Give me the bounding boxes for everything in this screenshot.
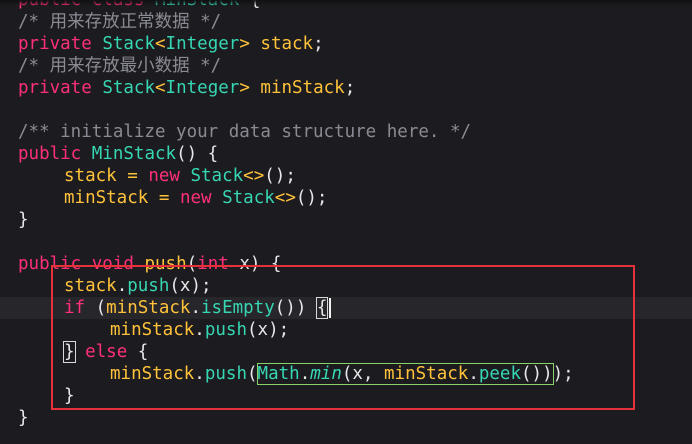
code-line[interactable]: } — [0, 407, 692, 429]
code-line[interactable]: private Stack<Integer> minStack; — [0, 77, 692, 99]
code-line-text: minStack = new Stack<>(); — [64, 187, 327, 209]
code-token: /** initialize your data structure here.… — [18, 122, 472, 142]
code-token: stack — [64, 166, 117, 186]
code-token: <> — [274, 188, 296, 208]
code-token: < — [155, 78, 166, 98]
code-line[interactable] — [0, 231, 692, 253]
code-token: = — [127, 166, 138, 186]
code-token: new — [179, 188, 212, 208]
code-token: (); — [295, 188, 328, 208]
code-token: } — [18, 408, 29, 428]
code-token: > — [239, 34, 250, 54]
code-line-text: /** initialize your data structure here.… — [18, 121, 471, 143]
code-token: minStack — [64, 188, 149, 208]
code-token: = — [158, 188, 170, 208]
code-token: new — [148, 166, 180, 186]
code-token: minStack — [260, 78, 345, 98]
code-line-text: private Stack<Integer> minStack; — [18, 77, 355, 99]
top-fade — [0, 0, 692, 6]
code-line-text: public MinStack() { — [18, 143, 218, 165]
code-token: () { — [176, 144, 219, 164]
code-line-text: } — [18, 209, 29, 231]
code-token: > — [239, 78, 250, 98]
code-token: (); — [264, 166, 296, 186]
code-line-text: /* 用来存放最小数据 */ — [18, 55, 221, 77]
code-line[interactable]: minStack = new Stack<>(); — [0, 187, 692, 209]
code-token: private — [18, 78, 92, 98]
code-token: ; — [344, 78, 356, 98]
code-token: } — [18, 210, 29, 230]
code-line[interactable]: stack = new Stack<>(); — [0, 165, 692, 187]
code-line[interactable]: /* 用来存放最小数据 */ — [0, 55, 692, 77]
code-token: Stack — [102, 78, 155, 98]
code-line-text: private Stack<Integer> stack; — [18, 33, 324, 55]
code-token: stack — [260, 34, 314, 54]
code-line-text: } — [18, 407, 29, 429]
code-line[interactable]: private Stack<Integer> stack; — [0, 33, 692, 55]
code-token: <> — [243, 166, 265, 186]
code-token: ; — [313, 34, 324, 54]
code-token: /* 用来存放正常数据 */ — [18, 12, 222, 32]
code-line-text: stack = new Stack<>(); — [64, 165, 296, 187]
code-token: /* 用来存放最小数据 */ — [18, 56, 222, 76]
code-token: Stack — [190, 166, 244, 186]
code-line[interactable]: /** initialize your data structure here.… — [0, 121, 692, 143]
code-token: public — [18, 144, 82, 164]
code-token: Integer — [165, 78, 240, 98]
code-line-text: /* 用来存放正常数据 */ — [18, 11, 221, 33]
text-caret — [329, 298, 331, 318]
code-token: private — [18, 34, 92, 54]
code-editor[interactable]: public class MinStack {/* 用来存放正常数据 */pri… — [0, 0, 692, 444]
code-line[interactable]: /* 用来存放正常数据 */ — [0, 11, 692, 33]
code-token: < — [155, 34, 166, 54]
code-line[interactable] — [0, 99, 692, 121]
code-token: Stack — [102, 34, 155, 54]
code-token: Integer — [165, 34, 240, 54]
code-token: MinStack — [91, 144, 177, 164]
code-line[interactable]: } — [0, 209, 692, 231]
code-line[interactable]: public MinStack() { — [0, 143, 692, 165]
highlight-annotation-box — [51, 265, 635, 410]
code-token: Stack — [222, 188, 275, 208]
